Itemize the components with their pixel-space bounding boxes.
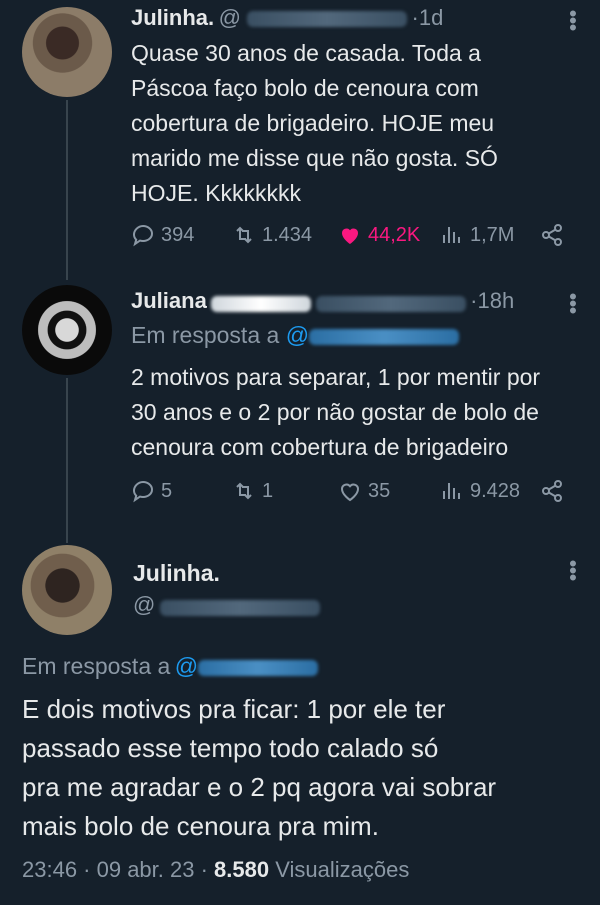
- reply-context: Em resposta a @: [22, 653, 319, 680]
- more-icon[interactable]: • • •: [566, 553, 580, 589]
- reply-button[interactable]: 5: [131, 479, 172, 503]
- views-button[interactable]: 9.428: [440, 479, 520, 503]
- thread-line: [66, 100, 68, 280]
- share-icon: [542, 224, 562, 246]
- reply-to-handle[interactable]: @: [286, 322, 460, 348]
- reply-count: 394: [161, 223, 195, 246]
- tweet-header: Juliana ·18h: [131, 288, 514, 314]
- like-count: 44,2K: [368, 223, 421, 246]
- reply-to-handle[interactable]: @: [175, 653, 319, 679]
- view-label: Visualizações: [275, 857, 410, 882]
- retweet-icon: [236, 482, 252, 500]
- tweet-header: Julinha. @ ·1d: [131, 5, 443, 31]
- author-name[interactable]: Julinha.: [131, 5, 214, 30]
- more-icon[interactable]: • • •: [566, 3, 580, 39]
- avatar[interactable]: [22, 545, 112, 635]
- heart-icon: [340, 483, 360, 502]
- tweet-meta: 23:46 · 09 abr. 23 · 8.580 Visualizações: [22, 857, 409, 883]
- views-button[interactable]: 1,7M: [440, 223, 514, 247]
- share-button[interactable]: [540, 223, 564, 247]
- avatar[interactable]: [22, 7, 112, 97]
- view-count: 8.580: [214, 857, 270, 882]
- retweet-button[interactable]: 1: [232, 479, 273, 503]
- views-icon: [443, 483, 460, 499]
- like-button[interactable]: 44,2K: [338, 223, 420, 247]
- tweet-text: E dois motivos pra ficar: 1 por ele ter …: [22, 694, 497, 841]
- retweet-count: 1: [262, 479, 274, 502]
- retweet-button[interactable]: 1.434: [232, 223, 312, 247]
- tweet-time[interactable]: 18h: [478, 288, 515, 313]
- separator: ·: [470, 288, 478, 313]
- views-icon: [443, 227, 460, 243]
- author-handle[interactable]: @: [133, 592, 320, 618]
- tweet-text: 2 motivos para separar, 1 por mentir por…: [131, 364, 541, 460]
- tweet-text: Quase 30 anos de casada. Toda a Páscoa f…: [131, 40, 498, 206]
- author-name-redacted: [211, 295, 312, 312]
- avatar[interactable]: [22, 285, 112, 375]
- reply-count: 5: [161, 479, 173, 502]
- heart-icon: [342, 228, 358, 244]
- retweet-icon: [236, 226, 252, 244]
- reply-context: Em resposta a @: [131, 322, 460, 349]
- author-handle[interactable]: @: [219, 5, 408, 30]
- thread-line: [66, 378, 68, 543]
- view-count: 9.428: [470, 479, 521, 502]
- author-handle[interactable]: [315, 295, 466, 312]
- reply-button[interactable]: 394: [131, 223, 194, 247]
- share-button[interactable]: [540, 479, 564, 503]
- view-count: 1,7M: [470, 223, 515, 246]
- reply-icon: [132, 224, 154, 247]
- like-button[interactable]: 35: [338, 479, 390, 503]
- separator: ·: [411, 5, 419, 30]
- reply-icon: [132, 480, 154, 503]
- tweet-time[interactable]: 1d: [419, 5, 443, 30]
- tweet-timestamp[interactable]: 23:46 · 09 abr. 23 ·: [22, 857, 208, 882]
- more-icon[interactable]: • • •: [566, 286, 580, 322]
- like-count: 35: [368, 479, 391, 502]
- retweet-count: 1.434: [262, 223, 313, 246]
- author-name[interactable]: Julinha.: [133, 560, 220, 587]
- share-icon: [542, 480, 562, 502]
- author-name[interactable]: Juliana: [131, 288, 207, 313]
